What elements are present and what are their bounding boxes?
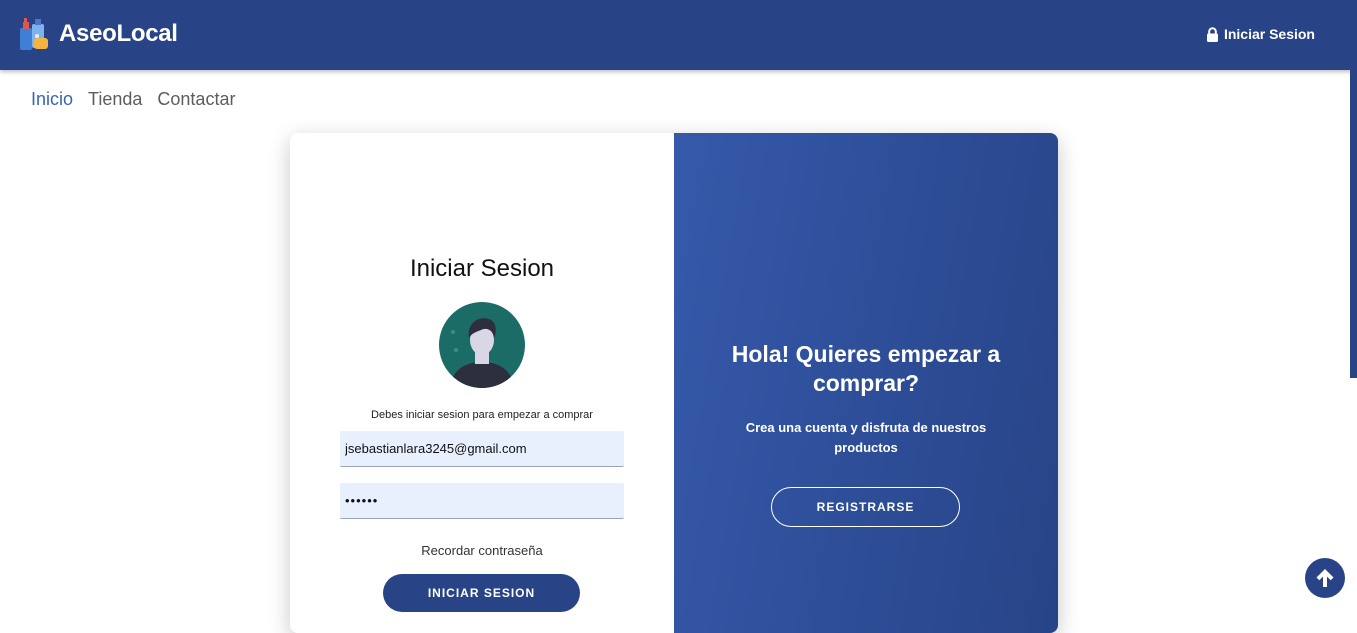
page-scrollbar[interactable] bbox=[1350, 70, 1357, 378]
auth-card: Iniciar Sesion Debes iniciar sesion para… bbox=[290, 133, 1058, 633]
login-panel: Iniciar Sesion Debes iniciar sesion para… bbox=[290, 133, 674, 633]
scroll-top-button[interactable] bbox=[1305, 558, 1345, 598]
cleaning-products-icon bbox=[20, 18, 48, 50]
nav-item-contactar[interactable]: Contactar bbox=[157, 89, 235, 110]
nav-item-inicio[interactable]: Inicio bbox=[31, 89, 73, 110]
lock-icon bbox=[1206, 26, 1218, 42]
password-field[interactable] bbox=[340, 483, 624, 519]
promo-title: Hola! Quieres empezar a comprar? bbox=[731, 341, 1001, 396]
login-button[interactable]: INICIAR SESION bbox=[383, 574, 580, 612]
top-navbar: AseoLocal Iniciar Sesion bbox=[0, 0, 1357, 70]
header-login-label: Iniciar Sesion bbox=[1223, 26, 1315, 42]
arrow-up-icon bbox=[1316, 569, 1334, 587]
brand[interactable]: AseoLocal bbox=[18, 16, 178, 52]
login-hint: Debes iniciar sesion para empezar a comp… bbox=[371, 409, 593, 421]
register-button[interactable]: REGISTRARSE bbox=[771, 487, 960, 527]
nav-item-tienda[interactable]: Tienda bbox=[88, 89, 142, 110]
header-login-link[interactable]: Iniciar Sesion bbox=[1206, 26, 1315, 42]
brand-name: AseoLocal bbox=[59, 20, 178, 47]
register-panel: Hola! Quieres empezar a comprar? Crea un… bbox=[674, 133, 1058, 633]
main-nav: Inicio Tienda Contactar bbox=[31, 89, 235, 110]
remember-password-link[interactable]: Recordar contraseña bbox=[290, 543, 674, 558]
promo-text: Crea una cuenta y disfruta de nuestros p… bbox=[745, 420, 987, 455]
user-avatar-icon bbox=[439, 302, 525, 388]
login-title: Iniciar Sesion bbox=[409, 255, 555, 282]
email-field[interactable] bbox=[340, 431, 624, 467]
